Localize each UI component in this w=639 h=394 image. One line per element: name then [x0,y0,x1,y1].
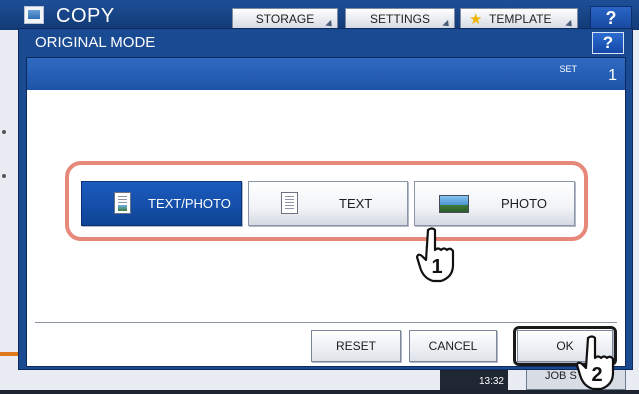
copy-title: COPY [56,5,115,27]
text-photo-icon [114,192,131,214]
background-help-button[interactable]: ? [590,6,632,30]
cancel-button[interactable]: CANCEL [409,330,497,362]
template-tab[interactable]: ★ TEMPLATE [460,8,578,30]
text-label: TEXT [339,196,373,211]
set-status-bar: SET 1 [27,58,625,90]
dialog-title: ORIGINAL MODE [35,34,156,51]
photo-icon [439,195,469,213]
text-document-icon [281,192,298,214]
callout-number: 1 [431,256,443,278]
photo-label: PHOTO [501,196,547,211]
original-mode-dialog: ORIGINAL MODE ? SET 1 TEXT/PHOTO TEXT PH… [18,28,633,370]
text-mode-button[interactable]: TEXT [248,181,408,226]
copy-mode-icon [24,6,44,24]
storage-tab[interactable]: STORAGE [232,8,338,30]
photo-mode-button[interactable]: PHOTO [414,181,575,226]
storage-tab-label: STORAGE [255,12,315,26]
bottom-bar [0,390,639,394]
dialog-body: SET 1 TEXT/PHOTO TEXT PHOTO RESET CANCEL… [26,57,626,367]
callout-number: 2 [591,364,603,386]
set-label: SET [559,64,577,74]
settings-tab-label: SETTINGS [369,12,430,26]
set-count: 1 [608,67,617,84]
template-tab-label: TEMPLATE [489,12,552,26]
text-photo-label: TEXT/PHOTO [148,196,231,211]
dialog-help-button[interactable]: ? [592,32,624,54]
copy-header-bar: COPY STORAGE SETTINGS ★ TEMPLATE ? [0,0,639,30]
settings-tab[interactable]: SETTINGS [345,8,455,30]
text-photo-mode-button[interactable]: TEXT/PHOTO [81,181,242,226]
pointer-callout-1: 1 [414,226,462,284]
footer-divider [35,322,617,323]
edge-indicators [2,130,8,190]
star-icon: ★ [469,11,483,28]
pointer-callout-2: 2 [574,334,622,392]
reset-button[interactable]: RESET [311,330,401,362]
